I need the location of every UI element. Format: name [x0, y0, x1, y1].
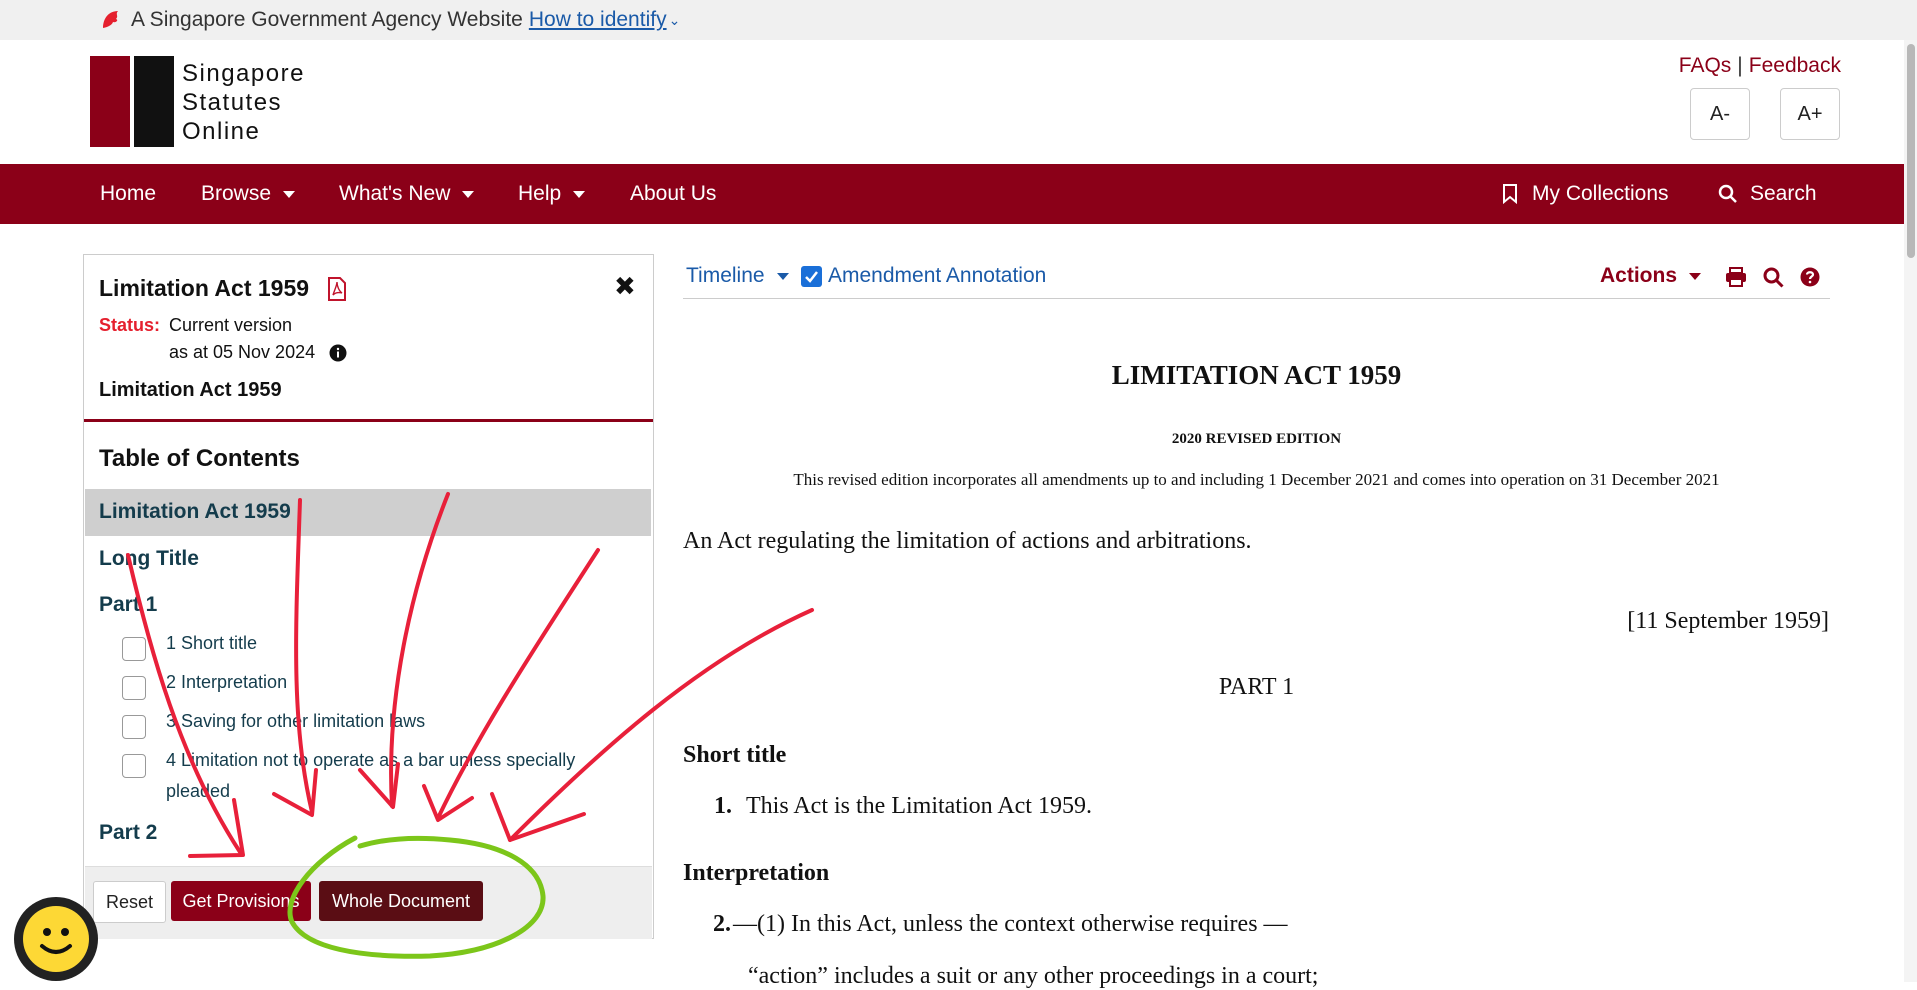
checkbox-checked-icon[interactable] — [801, 265, 822, 287]
section-text: —(1) In this Act, unless the context oth… — [733, 911, 1288, 937]
actions-label: Actions — [1600, 264, 1678, 287]
toc-item-limitation-bar[interactable]: 4 Limitation not to operate as a bar unl… — [166, 745, 575, 776]
toc-item-interpretation[interactable]: 2 Interpretation — [166, 667, 287, 698]
help-icon[interactable] — [1800, 267, 1820, 287]
info-icon[interactable] — [329, 344, 347, 362]
bookmark-icon — [1503, 184, 1517, 204]
whole-document-button[interactable]: Whole Document — [319, 881, 483, 921]
gov-masthead: A Singapore Government Agency Website Ho… — [0, 0, 1917, 40]
section-text: This Act is the Limitation Act 1959. — [746, 793, 1092, 819]
definition-text: “action” includes a suit or any other pr… — [748, 963, 1319, 989]
toc-item-saving[interactable]: 3 Saving for other limitation laws — [166, 706, 425, 737]
act-title: Limitation Act 1959 — [99, 275, 310, 301]
agency-text: A Singapore Government Agency Website — [131, 8, 523, 31]
revision-note: This revised edition incorporates all am… — [793, 470, 1720, 489]
increase-font-button[interactable]: A+ — [1780, 88, 1840, 140]
logo-red-bar — [90, 56, 130, 147]
logo-line: Singapore — [182, 60, 305, 87]
toc-long-title[interactable]: Long Title — [99, 547, 199, 571]
smiley-icon — [23, 906, 89, 972]
caret-down-icon — [573, 190, 586, 198]
toc-part-2[interactable]: Part 2 — [99, 821, 157, 845]
toc-sidebar: Limitation Act 1959 ✖ Status: Current ve… — [83, 254, 654, 939]
provision-button-bar: Reset Get Provisions Whole Document — [85, 866, 652, 939]
nav-about-label: About Us — [630, 182, 717, 205]
nav-whats-new[interactable]: What's New — [339, 164, 475, 224]
site-header: Singapore Statutes Online FAQs | Feedback … — [0, 40, 1917, 164]
decrease-font-button[interactable]: A- — [1690, 88, 1750, 140]
section-heading: Short title — [683, 742, 787, 768]
caret-down-icon — [462, 190, 475, 198]
toc-heading: Table of Contents — [99, 445, 300, 472]
section-heading: Interpretation — [683, 860, 830, 886]
toc-item-short-title[interactable]: 1 Short title — [166, 628, 257, 659]
toc-item-limitation-bar-cont[interactable]: pleaded — [166, 776, 230, 807]
commencement-date: [11 September 1959] — [1627, 608, 1829, 634]
search-icon — [1718, 184, 1737, 203]
timeline-label: Timeline — [686, 264, 765, 287]
logo-line: Online — [182, 118, 261, 145]
nav-help-label: Help — [518, 182, 562, 205]
caret-down-icon — [283, 190, 296, 198]
caret-down-icon — [776, 272, 789, 280]
provision-checkbox[interactable] — [122, 676, 146, 700]
get-provisions-button[interactable]: Get Provisions — [171, 881, 311, 921]
section-number: 2. — [713, 911, 731, 937]
section-number: 1. — [714, 793, 732, 819]
document-toolbar: Timeline Amendment Annotation Actions — [683, 258, 1830, 299]
part-heading: PART 1 — [1218, 674, 1295, 700]
find-icon[interactable] — [1763, 267, 1784, 288]
nav-my-collections[interactable]: My Collections — [1502, 164, 1669, 224]
divider — [84, 419, 653, 422]
print-icon[interactable] — [1725, 267, 1747, 287]
provision-checkbox[interactable] — [122, 637, 146, 661]
link-separator: | — [1737, 54, 1743, 77]
logo-black-bar — [134, 56, 174, 147]
nav-whats-new-label: What's New — [339, 182, 451, 205]
nav-browse[interactable]: Browse — [201, 164, 296, 224]
caret-down-icon — [1689, 272, 1702, 280]
logo-line: Statutes — [182, 89, 283, 116]
reset-button[interactable]: Reset — [93, 881, 166, 923]
nav-home-label: Home — [100, 182, 157, 205]
status-label: Status: — [99, 315, 161, 335]
nav-collections-label: My Collections — [1532, 182, 1669, 205]
toc-item-act[interactable]: Limitation Act 1959 — [85, 489, 651, 536]
close-icon[interactable]: ✖ — [614, 271, 636, 302]
main-navbar: Home Browse What's New Help About Us My … — [0, 164, 1917, 224]
timeline-dropdown[interactable]: Timeline — [686, 264, 789, 288]
document-edition: 2020 REVISED EDITION — [1171, 431, 1342, 447]
long-title: An Act regulating the limitation of acti… — [683, 528, 1252, 554]
toc-item-act-label: Limitation Act 1959 — [99, 500, 291, 523]
provision-checkbox[interactable] — [122, 715, 146, 739]
nav-home[interactable]: Home — [100, 164, 156, 224]
provision-checkbox[interactable] — [122, 754, 146, 778]
how-to-identify-link[interactable]: How to identify — [529, 8, 667, 32]
site-logo-text[interactable]: Singapore Statutes Online — [182, 59, 305, 146]
singapore-lion-icon — [103, 11, 118, 28]
scrollbar-thumb[interactable] — [1907, 44, 1915, 258]
toc-part-1[interactable]: Part 1 — [99, 593, 157, 617]
status-value: Current version — [169, 315, 293, 335]
feedback-link[interactable]: Feedback — [1749, 54, 1841, 77]
nav-search-label: Search — [1750, 182, 1817, 205]
amendment-annotation-label: Amendment Annotation — [828, 264, 1047, 287]
nav-about-us[interactable]: About Us — [630, 164, 716, 224]
nav-search[interactable]: Search — [1718, 164, 1817, 224]
document-title: LIMITATION ACT 1959 — [1111, 360, 1402, 390]
nav-help[interactable]: Help — [518, 164, 586, 224]
top-links: FAQs | Feedback — [1679, 54, 1841, 78]
as-at-date: as at 05 Nov 2024 — [169, 342, 316, 362]
act-subtitle: Limitation Act 1959 — [99, 379, 282, 401]
pdf-icon[interactable] — [327, 277, 347, 301]
faqs-link[interactable]: FAQs — [1679, 54, 1732, 77]
chevron-down-icon[interactable]: ⌄ — [669, 12, 681, 29]
feedback-widget[interactable] — [14, 897, 98, 981]
nav-browse-label: Browse — [201, 182, 272, 205]
amendment-annotation-toggle[interactable]: Amendment Annotation — [801, 264, 1046, 288]
actions-dropdown[interactable]: Actions — [1600, 264, 1702, 288]
